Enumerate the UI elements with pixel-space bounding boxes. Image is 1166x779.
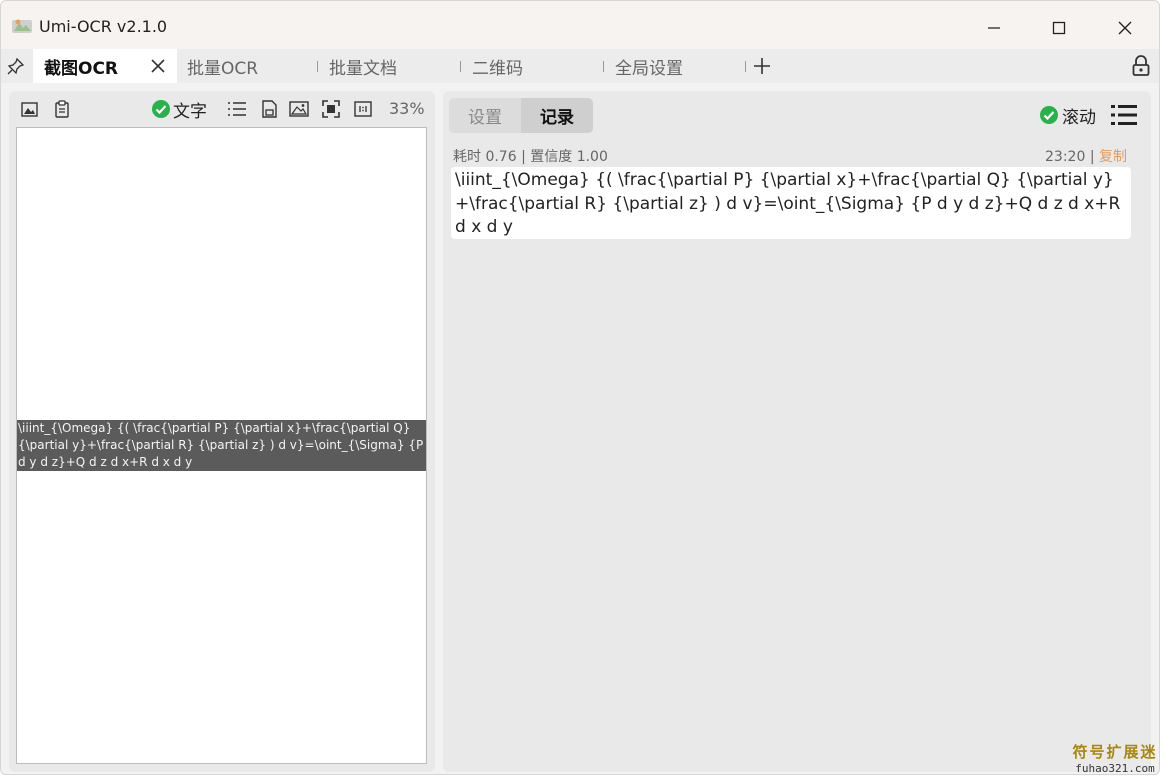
watermark-en: fuhao321.com bbox=[1075, 762, 1155, 775]
screenshot-icon[interactable] bbox=[20, 99, 40, 119]
check-circle-icon bbox=[1040, 106, 1058, 124]
window-title: Umi-OCR v2.1.0 bbox=[39, 17, 168, 36]
tab-label: 设置 bbox=[468, 108, 502, 128]
actual-size-icon[interactable] bbox=[353, 99, 373, 119]
app-logo-icon bbox=[12, 19, 32, 33]
screenshot-panel: 文字 33% \iiint_{\Omega} {(\frac{\partial… bbox=[9, 91, 435, 772]
record-time: 23:20 bbox=[1045, 149, 1086, 165]
text-toggle-label: 文字 bbox=[173, 101, 207, 122]
record-time-and-copy: 23:20 | 复制 bbox=[1045, 149, 1127, 165]
auto-scroll-toggle[interactable]: 滚动 bbox=[1039, 103, 1096, 128]
watermark-cn: 符号扩展迷 bbox=[1072, 743, 1158, 761]
left-toolbar: 文字 33% bbox=[9, 91, 435, 127]
tab-batch-doc[interactable]: 批量文档 bbox=[329, 49, 397, 83]
tab-screenshot-ocr[interactable]: 截图OCR bbox=[33, 49, 177, 83]
tab-label: 全局设置 bbox=[615, 58, 683, 79]
fit-screen-icon[interactable] bbox=[321, 99, 341, 119]
watermark-logo: 符号扩展迷 fuhao321.com bbox=[1069, 741, 1159, 775]
tab-separator bbox=[317, 61, 318, 72]
tab-global-settings[interactable]: 全局设置 bbox=[615, 49, 683, 83]
tab-separator bbox=[745, 61, 746, 72]
image-preview[interactable]: \iiint_{\Omega} {( \frac{\partial P} {\p… bbox=[16, 127, 427, 764]
title-bar[interactable]: Umi-OCR v2.1.0 bbox=[1, 1, 1159, 49]
record-panel: 设置 记录 滚动 耗时 0.76 | 置信度 1.00 23:20 | 复制 \… bbox=[443, 91, 1151, 772]
minimize-icon bbox=[988, 27, 1000, 29]
app-window: Umi-OCR v2.1.0 截图OCR 批量OCR 批量文档 二维码 全局设置… bbox=[0, 0, 1160, 775]
close-tab-icon[interactable] bbox=[151, 59, 165, 73]
image-icon[interactable] bbox=[289, 99, 309, 119]
tab-qrcode[interactable]: 二维码 bbox=[472, 49, 523, 83]
tab-label: 截图OCR bbox=[44, 58, 119, 79]
tab-label: 批量OCR bbox=[187, 58, 259, 79]
tab-label: 记录 bbox=[540, 108, 574, 128]
paste-icon[interactable] bbox=[53, 99, 73, 119]
check-circle-icon bbox=[152, 100, 170, 118]
tab-bar: 截图OCR 批量OCR 批量文档 二维码 全局设置 bbox=[1, 49, 1159, 83]
menu-icon[interactable] bbox=[1111, 103, 1137, 127]
close-icon bbox=[1118, 21, 1132, 35]
list-icon[interactable] bbox=[227, 99, 247, 119]
tab-records[interactable]: 记录 bbox=[521, 98, 593, 133]
maximize-button[interactable] bbox=[1041, 13, 1077, 43]
tab-label: 二维码 bbox=[472, 58, 523, 79]
add-tab-icon[interactable] bbox=[753, 57, 771, 75]
tab-batch-ocr[interactable]: 批量OCR bbox=[187, 49, 258, 83]
ocr-result-text[interactable]: \iiint_{\Omega} {( \frac{\partial P} {\p… bbox=[451, 167, 1131, 239]
minimize-button[interactable] bbox=[976, 13, 1012, 43]
tab-settings[interactable]: 设置 bbox=[449, 98, 521, 133]
text-toggle[interactable]: 文字 bbox=[151, 97, 207, 122]
maximize-icon bbox=[1052, 21, 1066, 35]
close-window-button[interactable] bbox=[1107, 13, 1143, 43]
pin-icon[interactable] bbox=[7, 57, 25, 75]
tab-separator bbox=[603, 61, 604, 72]
tab-separator bbox=[460, 61, 461, 72]
zoom-level: 33% bbox=[389, 99, 425, 118]
ocr-text-overlay[interactable]: \iiint_{\Omega} {( \frac{\partial P} {\p… bbox=[17, 420, 426, 471]
copy-button[interactable]: 复制 bbox=[1099, 149, 1127, 165]
tab-label: 批量文档 bbox=[329, 58, 397, 79]
scroll-toggle-label: 滚动 bbox=[1062, 107, 1096, 128]
record-meta: 耗时 0.76 | 置信度 1.00 bbox=[453, 149, 608, 165]
save-icon[interactable] bbox=[259, 99, 279, 119]
lock-icon[interactable] bbox=[1131, 55, 1151, 77]
